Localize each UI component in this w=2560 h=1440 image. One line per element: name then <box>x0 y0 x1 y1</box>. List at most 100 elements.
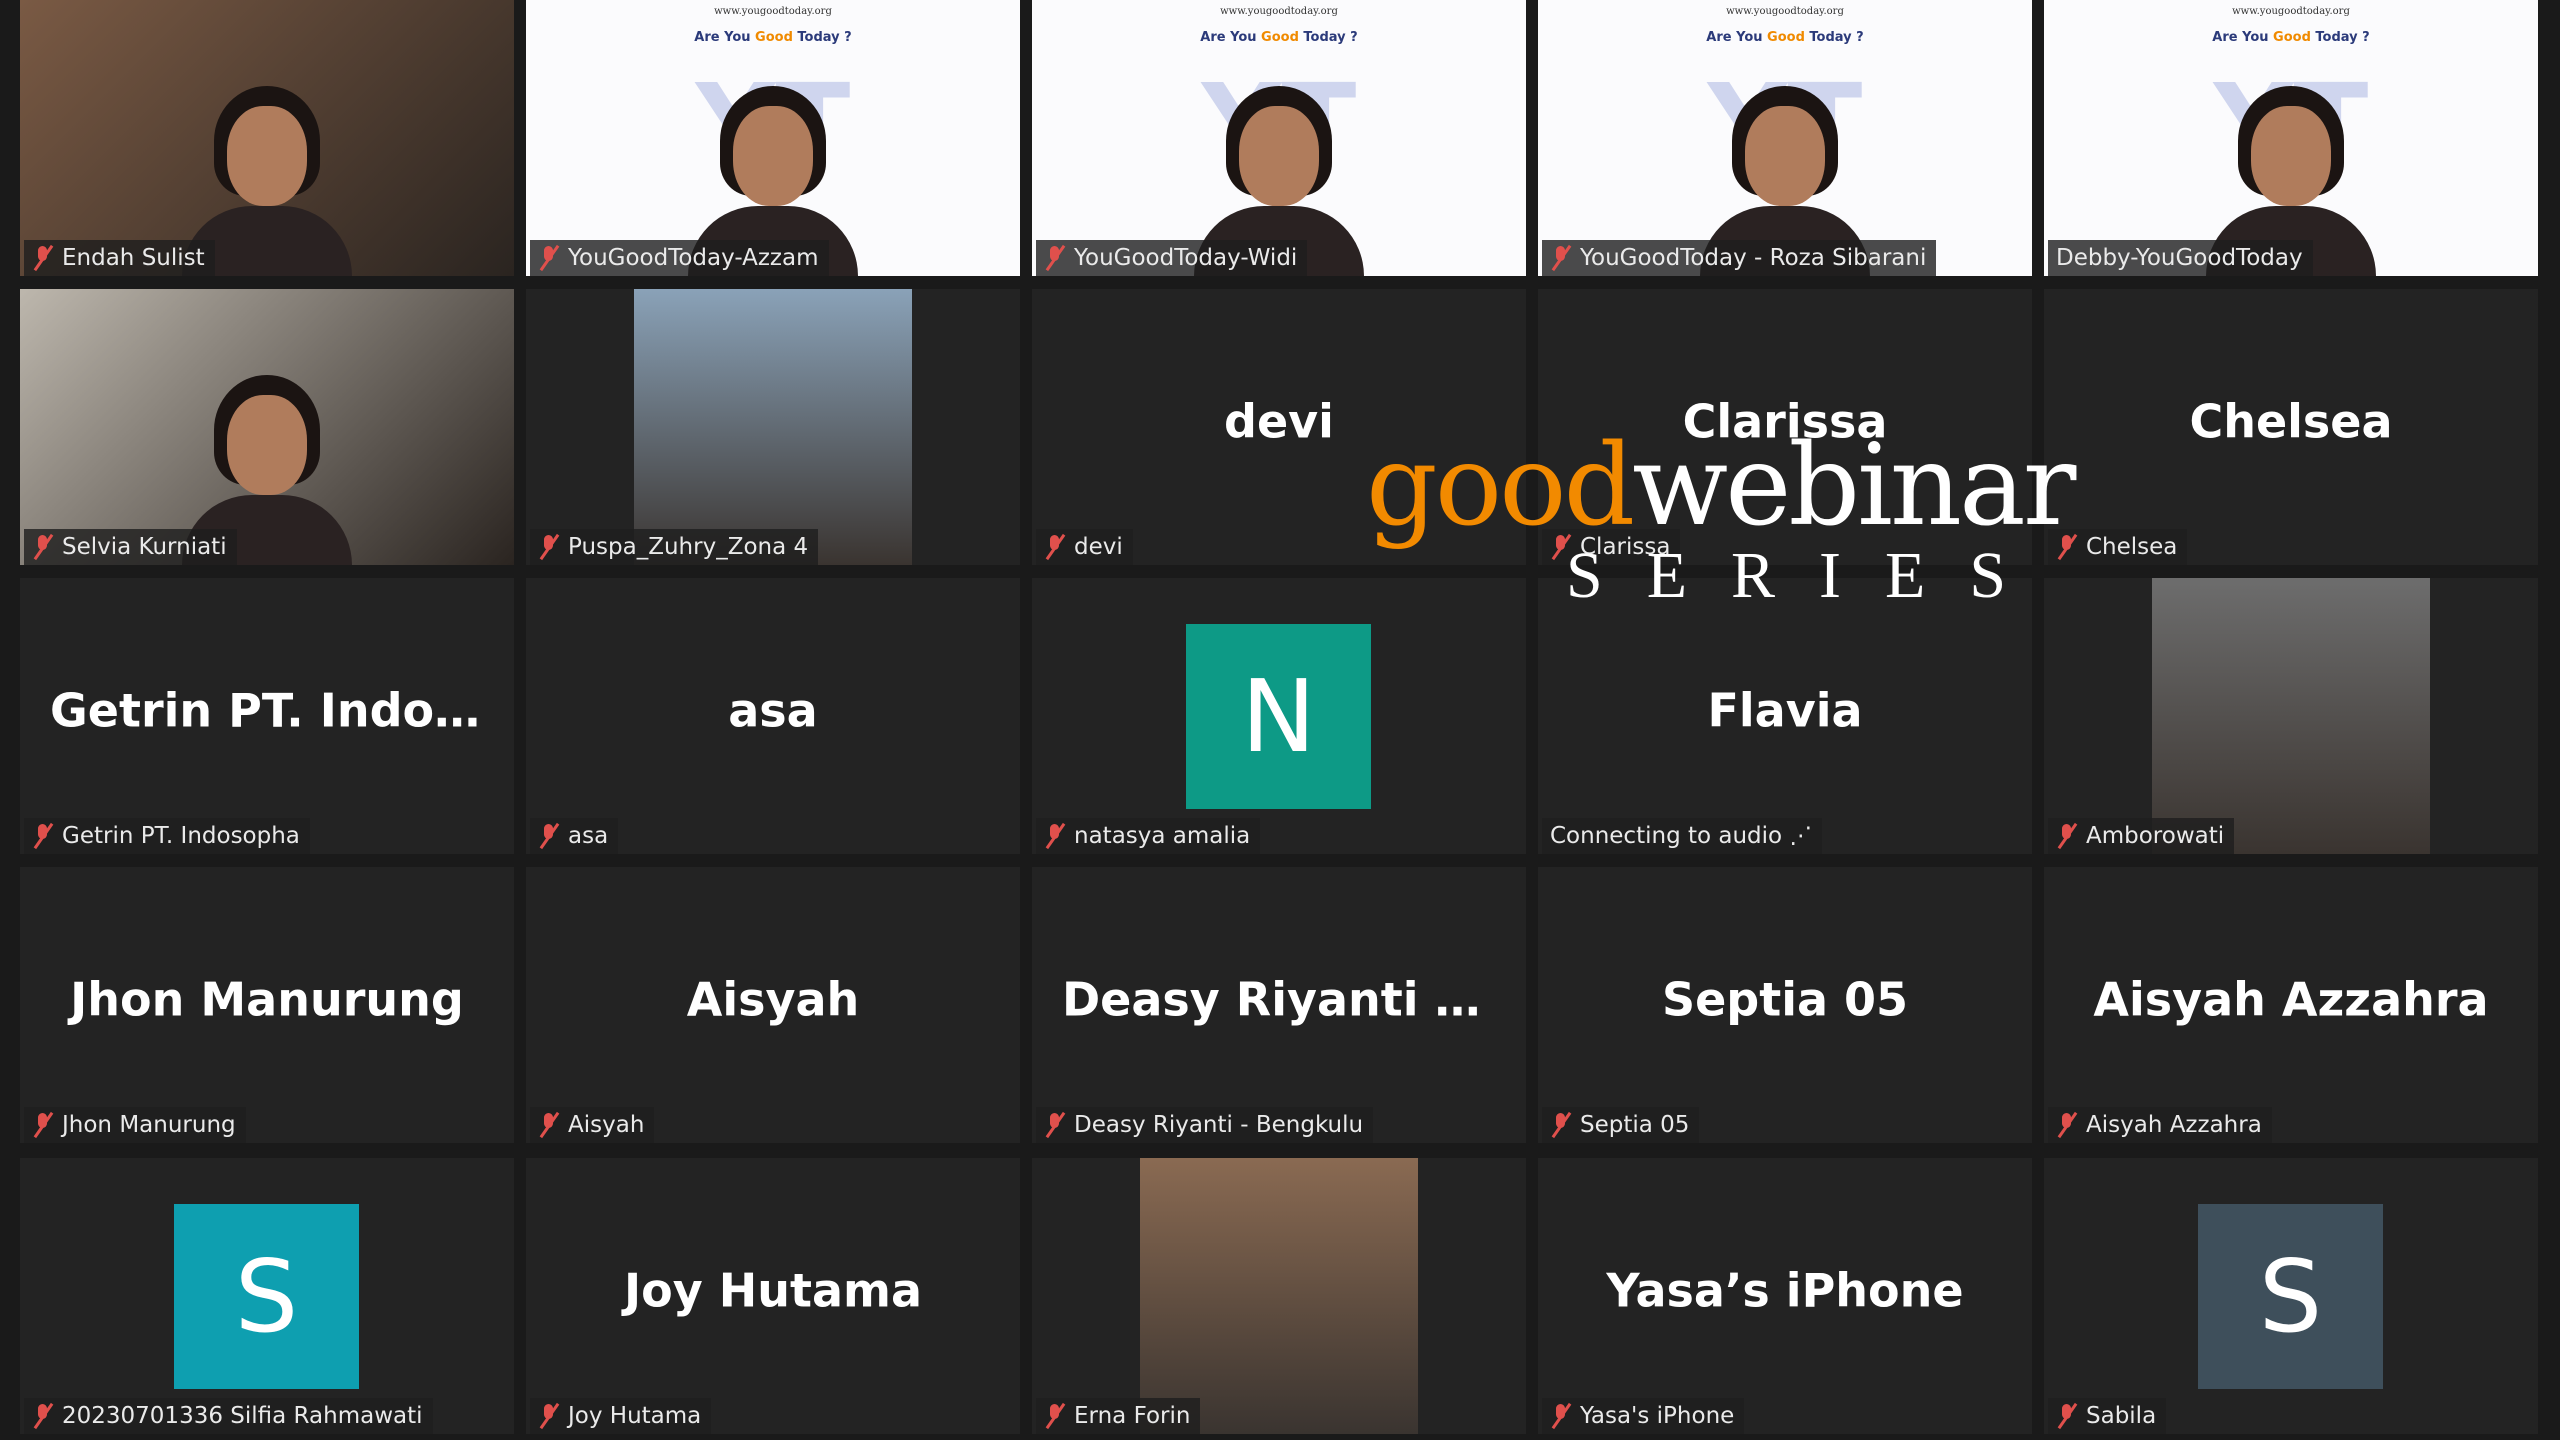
participant-tile[interactable]: www.yougoodtoday.org Are You Good Today … <box>1032 0 1526 276</box>
participant-tile[interactable]: Aisyah Azzahra Aisyah Azzahra <box>2044 867 2538 1143</box>
participant-tile[interactable]: asa asa <box>526 578 1020 854</box>
avatar: S <box>2198 1204 2383 1389</box>
participant-display-name: devi <box>1224 394 1334 449</box>
participant-tile[interactable]: www.yougoodtoday.org Are You Good Today … <box>1538 0 2032 276</box>
participant-name-label: Aisyah <box>530 1107 655 1143</box>
mic-muted-icon <box>2056 534 2078 560</box>
participant-name-label: Connecting to audio ⋰ <box>1542 818 1823 854</box>
participant-name-label: Joy Hutama <box>530 1398 712 1434</box>
participant-name: natasya amalia <box>1074 823 1251 849</box>
participant-name: Puspa_Zuhry_Zona 4 <box>568 534 809 560</box>
participant-tile[interactable]: Puspa_Zuhry_Zona 4 <box>526 289 1020 565</box>
participant-display-name: asa <box>728 683 818 738</box>
mic-muted-icon <box>32 823 54 849</box>
profile-photo <box>1140 1158 1418 1434</box>
participant-tile[interactable]: Erna Forin <box>1032 1158 1526 1434</box>
participant-tile[interactable]: S 20230701336 Silfia Rahmawati <box>20 1158 514 1434</box>
mic-muted-icon <box>32 534 54 560</box>
mic-muted-icon <box>32 1403 54 1429</box>
video-feed-virtual-background: www.yougoodtoday.org Are You Good Today … <box>1538 0 2032 276</box>
participant-tile[interactable]: Flavia Connecting to audio ⋰ <box>1538 578 2032 854</box>
participant-name-label: asa <box>530 818 619 854</box>
participant-name: YouGoodToday-Azzam <box>568 245 819 271</box>
participant-name: Getrin PT. Indosopha <box>62 823 300 849</box>
video-feed-virtual-background: www.yougoodtoday.org Are You Good Today … <box>2044 0 2538 276</box>
mic-muted-icon <box>1044 245 1066 271</box>
participant-tile[interactable]: Septia 05 Septia 05 <box>1538 867 2032 1143</box>
slide-question: Are You Good Today ? <box>2212 30 2370 45</box>
slide-url: www.yougoodtoday.org <box>1220 6 1338 17</box>
participant-display-name: Aisyah Azzahra <box>2093 972 2489 1027</box>
video-feed-virtual-background: www.yougoodtoday.org Are You Good Today … <box>1032 0 1526 276</box>
participant-name-label: Septia 05 <box>1542 1107 1700 1143</box>
participant-name: asa <box>568 823 609 849</box>
mic-muted-icon <box>2056 823 2078 849</box>
mic-muted-icon <box>1550 1403 1572 1429</box>
participant-tile[interactable]: S Sabila <box>2044 1158 2538 1434</box>
participant-name-label: Yasa's iPhone <box>1542 1398 1745 1434</box>
video-feed <box>20 289 514 565</box>
participant-name-label: Jhon Manurung <box>24 1107 246 1143</box>
participant-name: Chelsea <box>2086 534 2178 560</box>
participant-tile[interactable]: Selvia Kurniati <box>20 289 514 565</box>
participant-name-label: Deasy Riyanti - Bengkulu <box>1036 1107 1374 1143</box>
participant-tile[interactable]: Amborowati <box>2044 578 2538 854</box>
participant-tile[interactable]: Getrin PT. Indos... Getrin PT. Indosopha <box>20 578 514 854</box>
mic-muted-icon <box>538 823 560 849</box>
participant-tile[interactable]: Nnatasya amalia <box>1032 578 1526 854</box>
mic-muted-icon <box>538 534 560 560</box>
participant-tile[interactable]: Joy Hutama Joy Hutama <box>526 1158 1020 1434</box>
participant-name-label: Erna Forin <box>1036 1398 1201 1434</box>
participant-display-name: Joy Hutama <box>624 1263 922 1318</box>
participant-tile[interactable]: Clarissa Clarissa <box>1538 289 2032 565</box>
slide-question: Are You Good Today ? <box>1200 30 1358 45</box>
participant-display-name: Aisyah <box>686 972 860 1027</box>
participant-tile[interactable]: devi devi <box>1032 289 1526 565</box>
mic-muted-icon <box>1044 534 1066 560</box>
participant-display-name: Getrin PT. Indos... <box>50 683 514 738</box>
participant-name-label: Endah Sulist <box>24 240 215 276</box>
participant-display-name: Clarissa <box>1682 394 1888 449</box>
participant-tile[interactable]: Chelsea Chelsea <box>2044 289 2538 565</box>
mic-muted-icon <box>1550 245 1572 271</box>
participant-display-name: Chelsea <box>2189 394 2393 449</box>
participant-tile[interactable]: www.yougoodtoday.org Are You Good Today … <box>526 0 1020 276</box>
participant-name: Septia 05 <box>1580 1112 1690 1138</box>
participant-name: Debby-YouGoodToday <box>2056 245 2303 271</box>
participant-name: Joy Hutama <box>568 1403 702 1429</box>
mic-muted-icon <box>2056 1112 2078 1138</box>
video-feed <box>20 0 514 276</box>
participant-name-label: Sabila <box>2048 1398 2167 1434</box>
participant-name: Jhon Manurung <box>62 1112 236 1138</box>
participant-name: Aisyah Azzahra <box>2086 1112 2262 1138</box>
participant-tile[interactable]: Yasa’s iPhone Yasa's iPhone <box>1538 1158 2032 1434</box>
participant-tile[interactable]: Deasy Riyanti -... Deasy Riyanti - Bengku… <box>1032 867 1526 1143</box>
participant-name: Yasa's iPhone <box>1580 1403 1735 1429</box>
participant-name: Aisyah <box>568 1112 645 1138</box>
participant-name-label: Aisyah Azzahra <box>2048 1107 2272 1143</box>
participant-name-label: Getrin PT. Indosopha <box>24 818 310 854</box>
participant-display-name: Septia 05 <box>1661 972 1909 1027</box>
participant-name-label: natasya amalia <box>1036 818 1261 854</box>
participant-name: YouGoodToday - Roza Sibarani <box>1580 245 1927 271</box>
participant-tile[interactable]: Jhon Manurung Jhon Manurung <box>20 867 514 1143</box>
participant-tile[interactable]: www.yougoodtoday.org Are You Good Today … <box>2044 0 2538 276</box>
participant-tile[interactable]: Endah Sulist <box>20 0 514 276</box>
participant-display-name: Yasa’s iPhone <box>1606 1263 1964 1318</box>
participant-name-label: Chelsea <box>2048 529 2188 565</box>
mic-muted-icon <box>1550 1112 1572 1138</box>
slide-url: www.yougoodtoday.org <box>2232 6 2350 17</box>
participant-name-label: Clarissa <box>1542 529 1681 565</box>
mic-muted-icon <box>32 1112 54 1138</box>
slide-url: www.yougoodtoday.org <box>1726 6 1844 17</box>
mic-muted-icon <box>538 1112 560 1138</box>
profile-photo <box>2152 578 2430 854</box>
slide-question: Are You Good Today ? <box>1706 30 1864 45</box>
video-feed-virtual-background: www.yougoodtoday.org Are You Good Today … <box>526 0 1020 276</box>
participant-name-label: YouGoodToday-Widi <box>1036 240 1308 276</box>
participant-tile[interactable]: Aisyah Aisyah <box>526 867 1020 1143</box>
participant-name: Connecting to audio ⋰ <box>1550 823 1813 849</box>
avatar: S <box>174 1204 359 1389</box>
participant-name-label: Puspa_Zuhry_Zona 4 <box>530 529 819 565</box>
participant-name: Clarissa <box>1580 534 1671 560</box>
